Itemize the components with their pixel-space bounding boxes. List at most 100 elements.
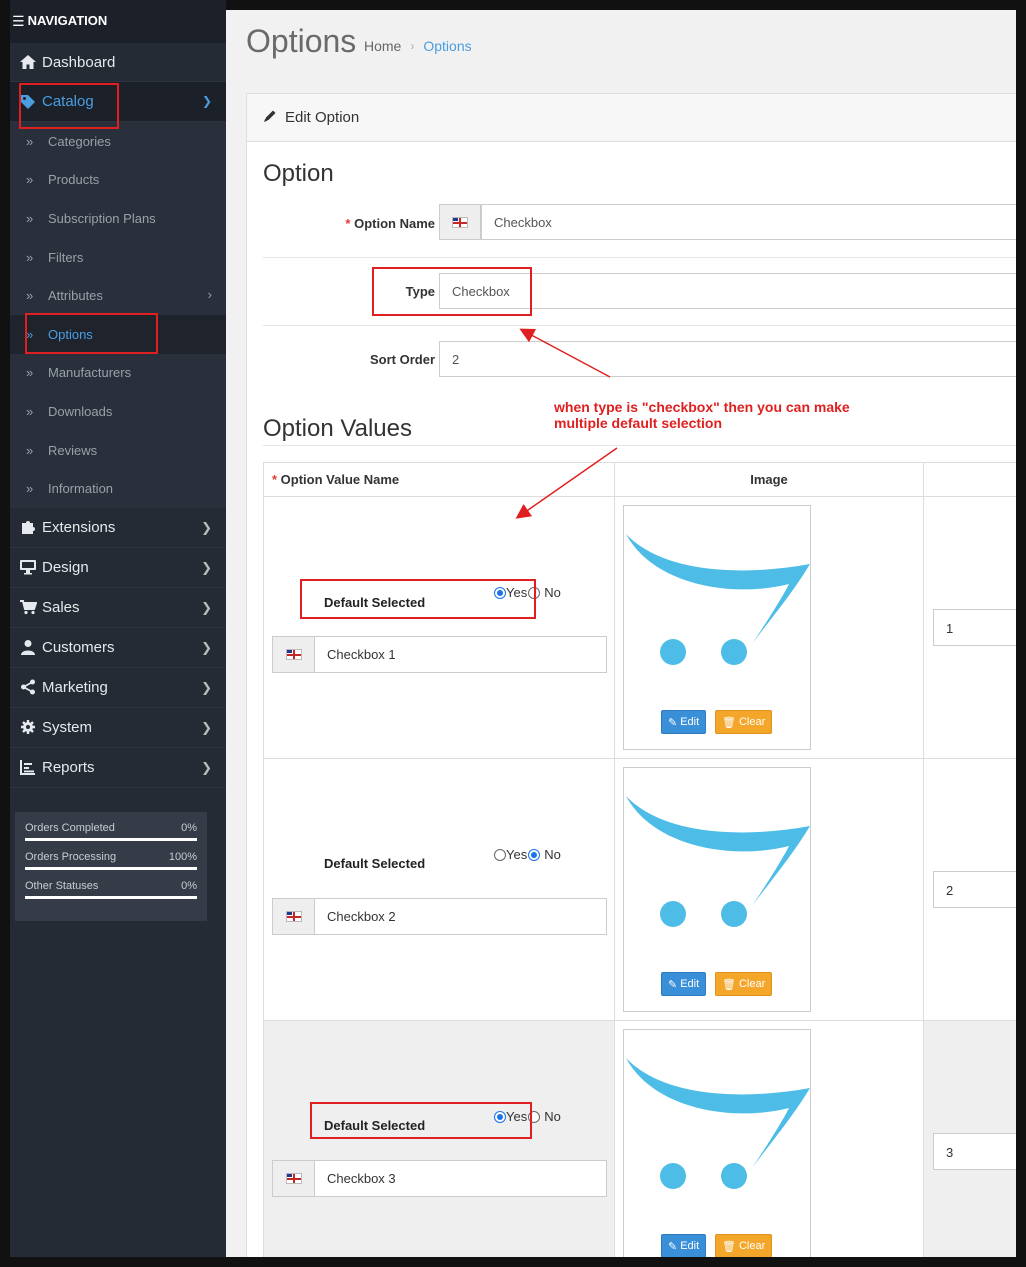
stat-progress-bar (25, 896, 197, 899)
edit-button-label: Edit (680, 1240, 700, 1252)
uk-flag-icon (452, 216, 468, 228)
user-icon (16, 639, 40, 656)
section-title-option: Option (263, 160, 334, 187)
nav-header[interactable]: ☰ NAVIGATION (10, 0, 226, 43)
default-yes-radio[interactable] (494, 586, 506, 599)
image-edit-button[interactable]: ✎ Edit (661, 972, 707, 996)
chevron-right-icon: ❯ (201, 719, 212, 735)
stat-value: 0% (181, 822, 197, 834)
menu-item-system[interactable]: System ❯ (10, 708, 226, 748)
menu-item-design[interactable]: Design ❯ (10, 548, 226, 588)
menu-item-sales[interactable]: Sales ❯ (10, 588, 226, 628)
column-header-label: Option Value Name (280, 472, 400, 487)
menu-item-label: Catalog (42, 93, 94, 110)
type-select[interactable]: Checkbox (439, 273, 1016, 309)
option-value-sort-input[interactable]: 2 (933, 871, 1016, 908)
stat-label: Other Statuses (25, 880, 99, 892)
submenu-item-reviews[interactable]: » Reviews (10, 430, 226, 470)
double-chevron-icon: » (26, 249, 34, 265)
menu-item-marketing[interactable]: Marketing ❯ (10, 668, 226, 708)
default-no-radio[interactable] (528, 1110, 541, 1123)
image-clear-button[interactable]: 🗑 Clear (715, 972, 773, 996)
annotation-line-2: multiple default selection (554, 415, 723, 431)
default-yes-radio[interactable] (494, 1110, 506, 1123)
option-value-name-cell: Default Selected Yes No Checkbox 2 (263, 759, 615, 1020)
type-label: Type (405, 284, 435, 299)
edit-button-label: Edit (680, 978, 700, 990)
breadcrumb-home-link[interactable]: Home (364, 38, 401, 54)
nav-header-label: NAVIGATION (27, 13, 108, 28)
double-chevron-icon: » (26, 365, 34, 381)
column-header-option-value-name: * Option Value Name (263, 462, 615, 497)
image-edit-button[interactable]: ✎ Edit (661, 1234, 707, 1257)
menu-item-extensions[interactable]: Extensions ❯ (10, 508, 226, 548)
submenu-item-filters[interactable]: » Filters (10, 237, 226, 277)
option-value-name-text: Checkbox 2 (327, 909, 396, 924)
menu-item-reports[interactable]: Reports ❯ (10, 748, 226, 788)
option-value-image-thumbnail[interactable]: ✎ Edit 🗑 Clear (623, 1029, 811, 1257)
image-edit-button[interactable]: ✎ Edit (661, 710, 707, 734)
submenu-item-options[interactable]: » Options (10, 314, 226, 354)
section-title-option-values: Option Values (263, 415, 412, 442)
submenu-label: Categories (48, 133, 111, 149)
panel-heading-title: Edit Option (285, 109, 360, 126)
option-value-sort-input[interactable]: 3 (933, 1133, 1016, 1170)
submenu-label: Attributes (48, 288, 103, 304)
menu-item-label: Customers (42, 638, 115, 656)
submenu-item-downloads[interactable]: » Downloads (10, 392, 226, 431)
double-chevron-icon: » (26, 442, 34, 458)
submenu-item-categories[interactable]: » Categories (10, 122, 226, 161)
stat-label: Orders Completed (25, 822, 115, 834)
double-chevron-icon: » (26, 481, 34, 497)
option-value-image-thumbnail[interactable]: ✎ Edit 🗑 Clear (623, 767, 811, 1012)
submenu-item-information[interactable]: » Information (10, 469, 226, 508)
default-selected-radio-group: Yes No (494, 847, 561, 862)
option-name-label-text: Option Name (354, 216, 435, 231)
option-value-image-cell: ✎ Edit 🗑 Clear (615, 1021, 924, 1257)
form-row-type: Type Checkbox (263, 273, 1016, 326)
form-row-option-name: * Option Name Checkbox (263, 204, 1016, 258)
option-value-sort-input[interactable]: 1 (933, 609, 1016, 646)
submenu-label: Information (48, 481, 114, 497)
double-chevron-icon: » (26, 210, 34, 226)
option-value-image-cell: ✎ Edit 🗑 Clear (615, 496, 924, 758)
breadcrumb-separator-icon: › (410, 39, 415, 53)
image-clear-button[interactable]: 🗑 Clear (715, 1234, 773, 1257)
uk-flag-icon (285, 911, 302, 922)
annotation-line-1: when type is "checkbox" then you can mak… (554, 399, 850, 415)
column-header-sort-order (923, 462, 1016, 497)
breadcrumb-options-link[interactable]: Options (423, 38, 471, 54)
default-no-radio[interactable] (528, 848, 541, 861)
option-name-input[interactable]: Checkbox (481, 204, 1016, 240)
option-value-name-input[interactable]: Checkbox 3 (272, 1160, 607, 1197)
pencil-icon: ✎ (668, 716, 678, 729)
home-icon (16, 54, 40, 70)
option-value-image-cell: ✎ Edit 🗑 Clear (615, 759, 924, 1020)
submenu-label: Manufacturers (48, 365, 132, 381)
double-chevron-icon: » (26, 403, 34, 419)
menu-item-catalog[interactable]: Catalog ❯ (10, 82, 226, 122)
submenu-label: Options (48, 326, 93, 342)
option-value-name-input[interactable]: Checkbox 1 (272, 636, 607, 673)
double-chevron-icon: » (26, 288, 34, 304)
double-chevron-icon: » (26, 172, 34, 188)
menu-bars-icon[interactable]: ☰ (12, 13, 25, 43)
panel-heading: Edit Option (247, 94, 1016, 142)
default-no-radio[interactable] (528, 586, 541, 599)
sort-order-input[interactable]: 2 (439, 341, 1016, 377)
clear-button-label: Clear (738, 716, 766, 728)
submenu-item-subscription-plans[interactable]: » Subscription Plans (10, 199, 226, 238)
submenu-item-products[interactable]: » Products (10, 160, 226, 200)
trash-icon: 🗑 (722, 1240, 736, 1253)
default-yes-radio[interactable] (494, 848, 506, 861)
option-value-name-input[interactable]: Checkbox 2 (272, 898, 607, 935)
submenu-item-manufacturers[interactable]: » Manufacturers (10, 353, 226, 393)
default-selected-label: Default Selected (324, 595, 426, 610)
image-clear-button[interactable]: 🗑 Clear (715, 710, 773, 734)
menu-item-dashboard[interactable]: Dashboard (10, 43, 226, 82)
menu-item-customers[interactable]: Customers ❯ (10, 628, 226, 668)
option-value-image-thumbnail[interactable]: ✎ Edit 🗑 Clear (623, 505, 811, 750)
submenu-item-attributes[interactable]: » Attributes › (10, 276, 226, 315)
radio-label-no: No (544, 1109, 561, 1124)
bar-chart-icon (16, 759, 40, 776)
